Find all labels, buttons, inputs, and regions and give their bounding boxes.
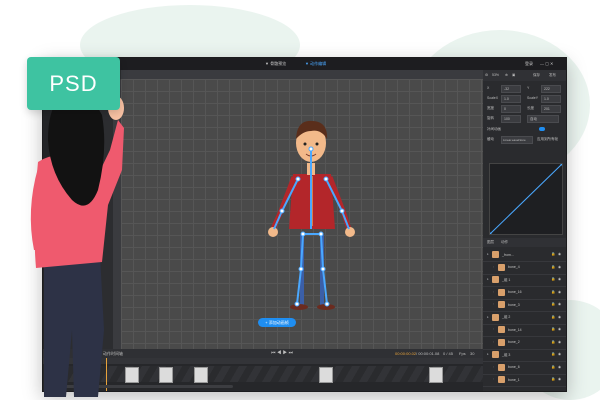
woman-pants bbox=[44, 255, 104, 397]
psd-badge: PSD bbox=[27, 57, 120, 110]
